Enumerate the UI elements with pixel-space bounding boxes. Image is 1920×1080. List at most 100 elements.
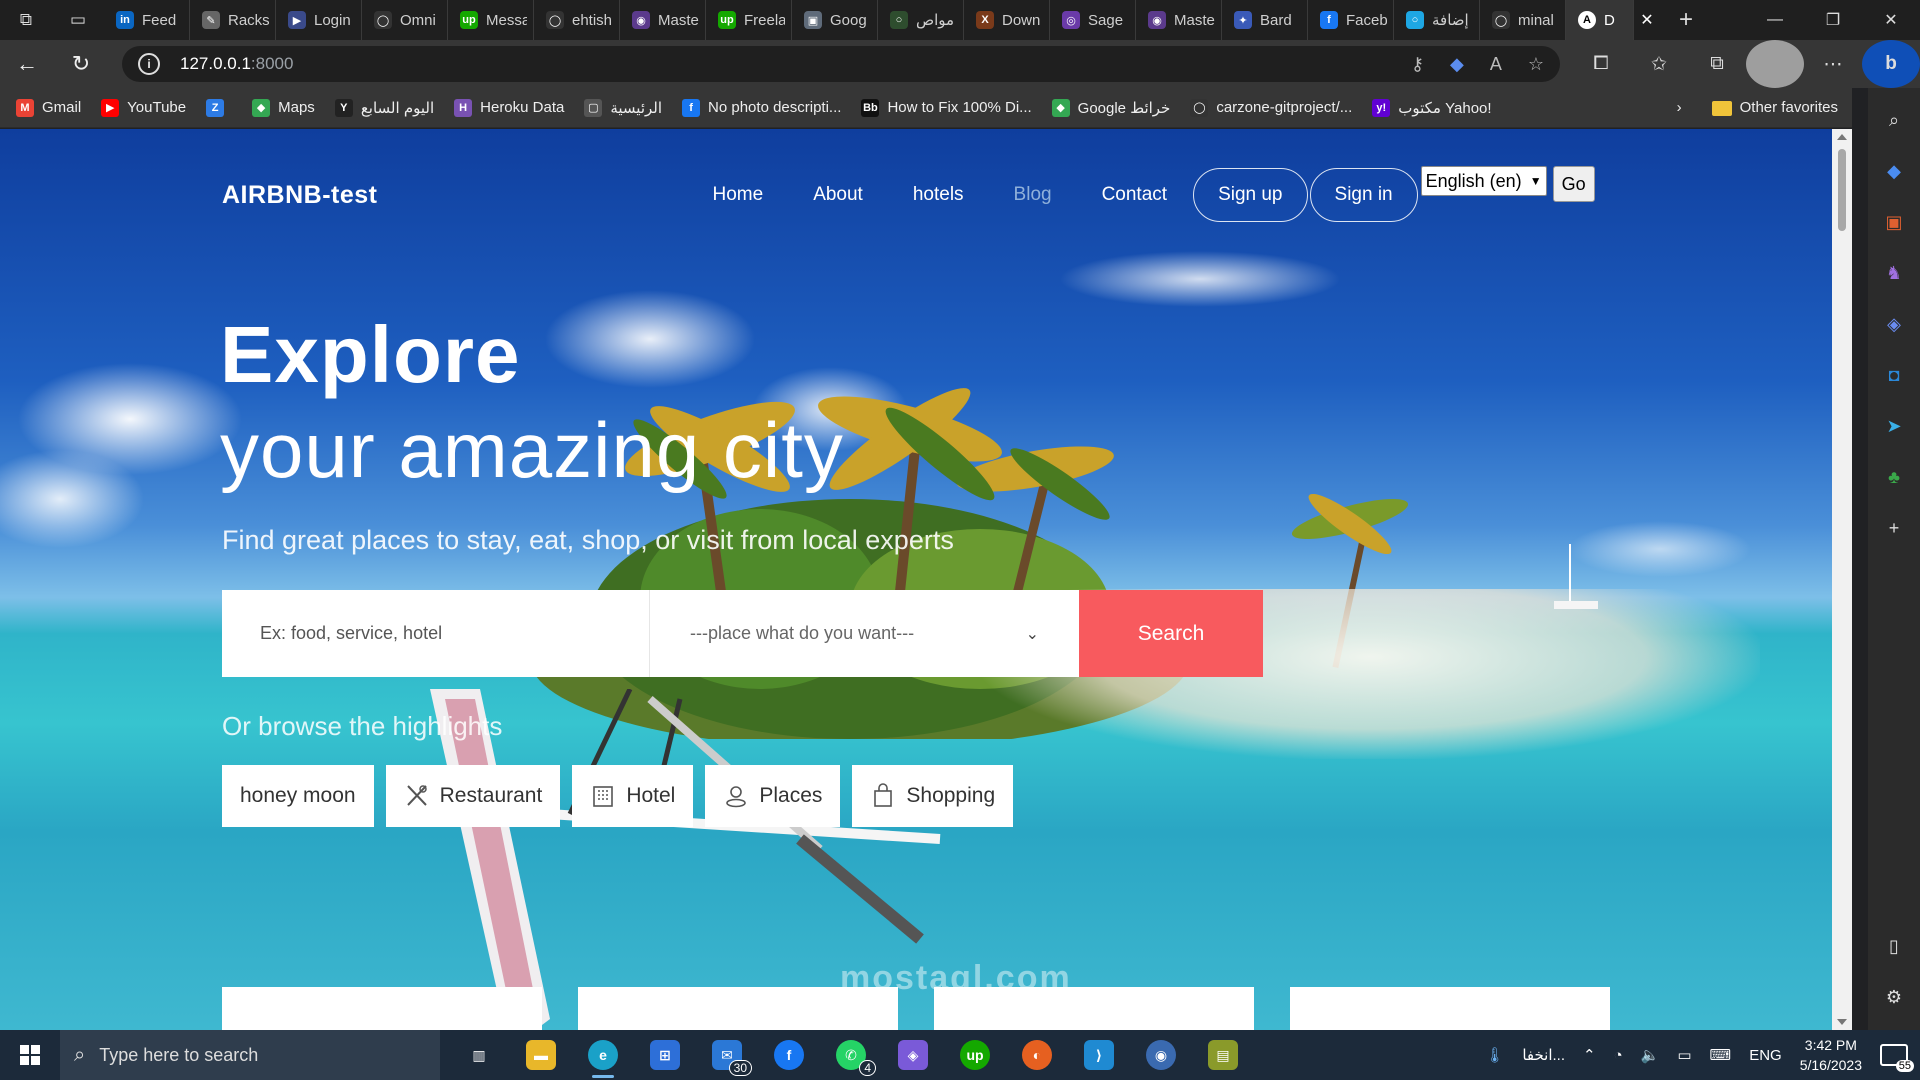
tab-11[interactable]: ◎ Sage [1050,0,1136,40]
keyboard-icon[interactable]: ⌨ [1710,1046,1732,1064]
tools-icon[interactable]: ▣ [1876,204,1912,240]
other-favorites[interactable]: Other favorites [1711,99,1838,116]
nav-about[interactable]: About [813,184,863,206]
page-scrollbar[interactable] [1832,129,1852,1030]
scroll-down-icon[interactable] [1837,1019,1847,1025]
wifi-icon[interactable]: ◔ [1614,1047,1623,1064]
upwork-button[interactable]: up [944,1030,1006,1080]
chip-restaurant[interactable]: Restaurant [385,765,561,827]
bookmark-item[interactable]: Z [206,98,232,117]
bookmark-item[interactable]: y! مكتوب Yahoo! [1372,98,1492,117]
bookmark-item[interactable]: ◯ carzone-gitproject/... [1190,98,1352,117]
tab-2[interactable]: ▶ Login [276,0,362,40]
tab-0[interactable]: in Feed [104,0,190,40]
bing-chat-button[interactable]: b [1862,40,1920,88]
nav-home[interactable]: Home [713,184,764,206]
bookmarks-overflow-icon[interactable]: › [1677,99,1682,116]
copilot-icon[interactable]: ◈ [1876,306,1912,342]
tab-4[interactable]: up Messa [448,0,534,40]
close-tab-icon[interactable]: ✕ [1634,10,1660,30]
read-aloud-icon[interactable]: A [1490,54,1502,75]
tab-3[interactable]: ◯ Omni [362,0,448,40]
task-view-button[interactable]: ▥ [448,1030,510,1080]
bookmark-item[interactable]: Y اليوم السابع [334,98,434,117]
category-select[interactable]: ---place what do you want--- ⌄ [650,590,1079,677]
new-tab-button[interactable]: + [1660,0,1712,40]
nav-contact[interactable]: Contact [1102,184,1167,206]
bookmark-item[interactable]: ◆ Maps [252,98,315,117]
chip-shopping[interactable]: Shopping [852,765,1014,827]
mail-button[interactable]: ✉ 30 [696,1030,758,1080]
listing-card[interactable] [1290,987,1610,1030]
workspaces-icon[interactable]: ⧉ [0,0,52,40]
chip-hotel[interactable]: Hotel [572,765,694,827]
tab-14[interactable]: f Faceb [1308,0,1394,40]
favorites-icon[interactable]: ✩ [1630,40,1688,88]
start-button[interactable] [0,1030,60,1080]
bookmark-item[interactable]: H Heroku Data [454,98,564,117]
bookmark-item[interactable]: Bb How to Fix 100% Di... [861,98,1032,117]
search-icon[interactable]: ⌕ [1876,102,1912,138]
settings-gear-icon[interactable]: ⚙ [1876,979,1912,1015]
tree-icon[interactable]: ♣ [1876,459,1912,495]
edge-button[interactable]: e [572,1030,634,1080]
tab-6[interactable]: ◉ Maste [620,0,706,40]
search-input[interactable]: Ex: food, service, hotel [222,590,650,677]
input-language[interactable]: ENG [1749,1047,1782,1064]
tab-5[interactable]: ◯ ehtish [534,0,620,40]
language-select[interactable]: English (en) ▼ [1420,166,1547,196]
bookmark-item[interactable]: ▶ YouTube [101,98,186,117]
outlook-icon[interactable]: ◘ [1876,357,1912,393]
bookmark-item[interactable]: f No photo descripti... [682,98,841,117]
taskbar-search[interactable]: ⌕ Type here to search [60,1030,440,1080]
extensions-icon[interactable]: ⧠ [1572,40,1630,88]
bookmark-item[interactable]: ◆ Google خرائط [1051,98,1170,117]
bookmark-item[interactable]: ▢ الرئيسية [584,98,662,117]
tab-actions-icon[interactable]: ▭ [52,0,104,40]
tab-13[interactable]: ✦ Bard [1222,0,1308,40]
site-brand[interactable]: AIRBNB-test [222,181,378,210]
split-screen-icon[interactable]: ▯ [1876,928,1912,964]
firefox-button[interactable]: ◐ [1006,1030,1068,1080]
back-button[interactable]: ← [0,40,54,88]
taskbar-clock[interactable]: 3:42 PM 5/16/2023 [1800,1035,1862,1075]
more-icon[interactable]: ⋯ [1804,40,1862,88]
tab-active[interactable]: A D [1566,0,1634,40]
tab-7[interactable]: up Freela [706,0,792,40]
site-info-icon[interactable]: i [138,53,160,75]
nav-hotels[interactable]: hotels [913,184,964,206]
reload-button[interactable]: ↻ [54,40,108,88]
whatsapp-button[interactable]: ✆ 4 [820,1030,882,1080]
scrollbar-thumb[interactable] [1838,149,1846,231]
add-icon[interactable]: + [1876,510,1912,546]
profile-avatar[interactable] [1746,40,1804,88]
language-go-button[interactable]: Go [1552,166,1595,202]
close-window-icon[interactable]: ✕ [1862,0,1920,40]
chevron-up-icon[interactable]: ⌃ [1583,1046,1596,1064]
notifications-button[interactable]: 55 [1880,1044,1914,1072]
key-icon[interactable]: ⚷ [1411,54,1424,75]
tab-9[interactable]: ○ مواص [878,0,964,40]
chip-honey-moon[interactable]: honey moon [222,765,374,827]
chip-places[interactable]: Places [705,765,841,827]
tab-8[interactable]: ▣ Goog [792,0,878,40]
tab-10[interactable]: X Down [964,0,1050,40]
tag-icon[interactable]: ◆ [1450,54,1464,75]
facebook-button[interactable]: f [758,1030,820,1080]
bookmark-item[interactable]: M Gmail [16,98,81,117]
restore-icon[interactable]: ❐ [1804,0,1862,40]
tab-16[interactable]: ◯ minal [1480,0,1566,40]
weather-icon[interactable]: 🌡 [1485,1046,1504,1064]
shopping-tag-icon[interactable]: ◆ [1876,153,1912,189]
weather-text[interactable]: انخفا... [1522,1046,1565,1064]
collections-icon[interactable]: ⧉ [1688,40,1746,88]
volume-icon[interactable]: 🔈 [1641,1046,1660,1064]
archive-button[interactable]: ▤ [1192,1030,1254,1080]
nav-blog[interactable]: Blog [1014,184,1052,206]
games-icon[interactable]: ♞ [1876,255,1912,291]
tab-15[interactable]: ○ إضافة [1394,0,1480,40]
search-button[interactable]: Search [1079,590,1263,677]
sign-in-button[interactable]: Sign in [1309,168,1418,222]
store-button[interactable]: ⊞ [634,1030,696,1080]
address-bar[interactable]: i 127.0.0.1:8000 ⚷ ◆ A ☆ [122,46,1560,82]
